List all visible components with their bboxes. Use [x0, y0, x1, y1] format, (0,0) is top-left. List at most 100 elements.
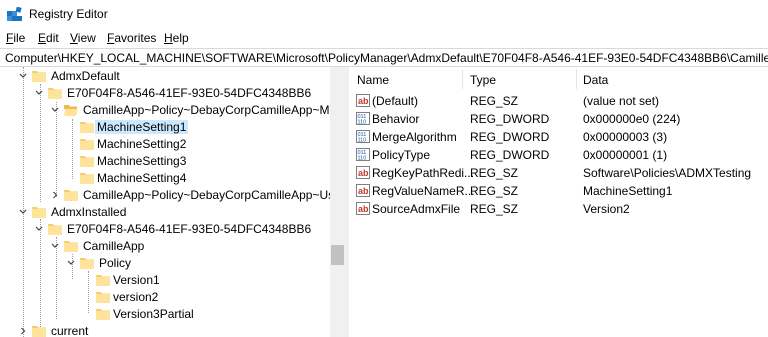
folder-icon [80, 122, 94, 133]
value-row[interactable]: 011 110 MergeAlgorithm REG_DWORD 0x000000… [349, 128, 768, 146]
values-list-pane[interactable]: Name Type Data ab (Default) REG_SZ (valu… [349, 67, 768, 337]
chevron-down-icon[interactable] [18, 207, 28, 217]
folder-icon [32, 326, 46, 337]
tree-item-current[interactable]: current [0, 323, 330, 337]
tree-item-label: E70F04F8-A546-41EF-93E0-54DFC4348BB6 [67, 86, 312, 100]
value-type: REG_DWORD [470, 130, 550, 144]
tree-item-label: CamilleApp~Policy~DebayCorpCamilleApp~Ma… [83, 103, 343, 117]
menu-view[interactable]: View [70, 31, 96, 45]
tree-item-guid-installed[interactable]: E70F04F8-A546-41EF-93E0-54DFC4348BB6 [0, 221, 330, 238]
address-path: Computer\HKEY_LOCAL_MACHINE\SOFTWARE\Mic… [5, 51, 768, 65]
tree-item-guid[interactable]: E70F04F8-A546-41EF-93E0-54DFC4348BB6 [0, 85, 330, 102]
tree-item-label: MachineSetting2 [97, 137, 187, 151]
tree-item-label: MachineSetting1 [95, 120, 189, 134]
menu-favorites[interactable]: Favorites [107, 31, 156, 45]
binary-value-icon: 011110 [356, 130, 370, 143]
menu-help-rest: elp [172, 31, 189, 45]
value-row[interactable]: ab (Default) REG_SZ (value not set) [349, 92, 768, 110]
chevron-right-icon[interactable] [50, 190, 60, 200]
tree-item-version3partial[interactable]: Version3Partial [0, 306, 330, 323]
svg-text:110: 110 [358, 156, 367, 162]
value-row[interactable]: ab RegValueNameR... REG_SZ MachineSettin… [349, 182, 768, 200]
folder-icon [48, 224, 62, 235]
column-header-type[interactable]: Type [470, 73, 496, 87]
value-type: REG_DWORD [470, 148, 550, 162]
menu-help-key: H [164, 31, 173, 45]
value-row[interactable]: 011 110 Behavior REG_DWORD 0x000000e0 (22… [349, 110, 768, 128]
value-row[interactable]: 011 110 PolicyType REG_DWORD 0x00000001 (… [349, 146, 768, 164]
value-name: RegKeyPathRedi... [372, 166, 475, 180]
column-divider[interactable] [462, 69, 463, 89]
value-name: (Default) [372, 94, 419, 108]
value-data: (value not set) [583, 94, 660, 108]
menu-help[interactable]: Help [164, 31, 189, 45]
chevron-down-icon[interactable] [34, 224, 44, 234]
menu-view-key: V [70, 31, 78, 45]
svg-text:110: 110 [358, 120, 367, 126]
value-type: REG_DWORD [470, 112, 550, 126]
value-row[interactable]: ab SourceAdmxFile REG_SZ Version2 [349, 200, 768, 218]
tree-item-label: current [51, 324, 89, 337]
tree-item-label: E70F04F8-A546-41EF-93E0-54DFC4348BB6 [67, 222, 312, 236]
key-tree-pane[interactable]: AdmxDefault E70F04F8-A546-41EF-93E0-54DF… [0, 67, 345, 337]
folder-icon [96, 292, 110, 303]
value-data: 0x00000001 (1) [583, 148, 668, 162]
menu-file-rest: ile [13, 31, 26, 45]
value-row[interactable]: ab RegKeyPathRedi... REG_SZ Software\Pol… [349, 164, 768, 182]
chevron-down-icon[interactable] [50, 105, 60, 115]
folder-icon [32, 207, 46, 218]
tree-item-policy[interactable]: Policy [0, 255, 330, 272]
string-value-icon: ab [356, 166, 370, 179]
chevron-right-icon[interactable] [18, 326, 28, 336]
value-name: SourceAdmxFile [372, 202, 461, 216]
menu-edit-rest: dit [46, 31, 59, 45]
tree-item-machinesetting2[interactable]: MachineSetting2 [0, 136, 330, 153]
chevron-down-icon[interactable] [50, 241, 60, 251]
tree-item-admxinstalled[interactable]: AdmxInstalled [0, 204, 330, 221]
chevron-down-icon[interactable] [66, 258, 76, 268]
registry-editor-icon [7, 7, 22, 21]
menu-edit-key: E [38, 31, 47, 45]
tree-item-camilleapp-policy-machine[interactable]: CamilleApp~Policy~DebayCorpCamilleApp~Ma… [0, 102, 342, 119]
tree-item-admxdefault[interactable]: AdmxDefault [0, 68, 330, 85]
chevron-down-icon[interactable] [34, 88, 44, 98]
tree-item-machinesetting1[interactable]: MachineSetting1 [0, 119, 330, 136]
tree-item-label: Policy [99, 256, 132, 270]
value-name: Behavior [372, 112, 420, 126]
folder-icon [80, 156, 94, 167]
chevron-down-icon[interactable] [18, 71, 28, 81]
tree-item-machinesetting3[interactable]: MachineSetting3 [0, 153, 330, 170]
tree-item-version2[interactable]: version2 [0, 289, 330, 306]
folder-icon [32, 71, 46, 82]
menu-view-rest: iew [77, 31, 96, 45]
binary-value-icon: 011110 [356, 148, 370, 161]
value-name: MergeAlgorithm [372, 130, 457, 144]
tree-item-camilleapp[interactable]: CamilleApp [0, 238, 330, 255]
folder-icon [64, 241, 78, 252]
address-bar[interactable]: Computer\HKEY_LOCAL_MACHINE\SOFTWARE\Mic… [0, 48, 768, 67]
menu-favorites-rest: avorites [114, 31, 157, 45]
tree-scrollbar-thumb[interactable] [331, 245, 344, 265]
value-data: 0x00000003 (3) [583, 130, 668, 144]
value-data: MachineSetting1 [583, 184, 673, 198]
tree-item-machinesetting4[interactable]: MachineSetting4 [0, 170, 330, 187]
menu-file[interactable]: File [6, 31, 25, 45]
column-divider[interactable] [576, 69, 577, 89]
value-name: RegValueNameR... [372, 184, 475, 198]
menu-edit[interactable]: Edit [38, 31, 59, 45]
tree-item-label: MachineSetting4 [97, 171, 187, 185]
tree-item-label: CamilleApp [83, 239, 145, 253]
tree-item-version1[interactable]: Version1 [0, 272, 330, 289]
menu-bar: File Edit View Favorites Help [0, 29, 768, 48]
string-value-icon: ab [356, 94, 370, 107]
tree-scrollbar[interactable] [330, 67, 345, 337]
window-title: Registry Editor [29, 7, 108, 21]
tree-item-label: Version3Partial [113, 307, 194, 321]
tree-item-camilleapp-policy-user[interactable]: CamilleApp~Policy~DebayCorpCamilleApp~Us… [0, 187, 345, 204]
column-header-name[interactable]: Name [357, 73, 389, 87]
value-type: REG_SZ [470, 94, 519, 108]
tree-item-label: MachineSetting3 [97, 154, 187, 168]
tree-item-label: CamilleApp~Policy~DebayCorpCamilleApp~Us… [83, 188, 345, 202]
folder-icon [96, 309, 110, 320]
column-header-data[interactable]: Data [583, 73, 608, 87]
